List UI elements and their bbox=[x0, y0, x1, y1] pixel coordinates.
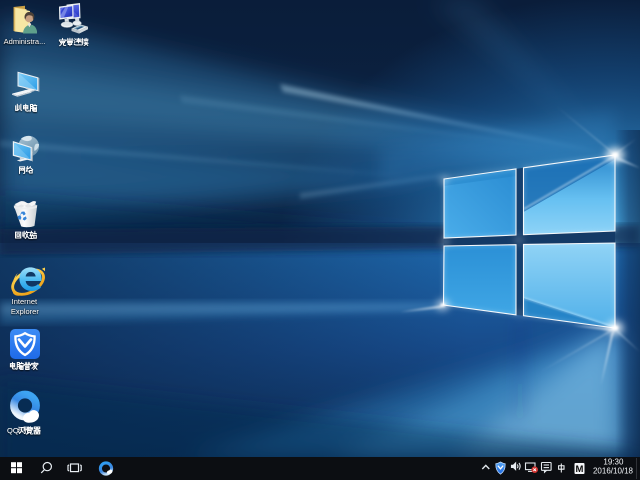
svg-text:2016/10/18: 2016/10/18 bbox=[593, 467, 634, 476]
svg-text:QQ: QQ bbox=[7, 426, 19, 435]
svg-text:19:30: 19:30 bbox=[603, 457, 624, 466]
svg-text:M: M bbox=[576, 464, 584, 475]
